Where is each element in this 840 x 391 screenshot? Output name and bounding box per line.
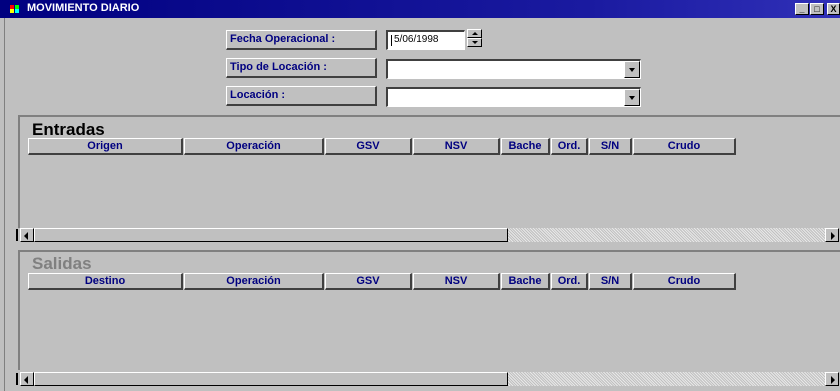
- entradas-col-operacion[interactable]: Operación: [184, 138, 324, 155]
- salidas-col-destino[interactable]: Destino: [28, 273, 183, 290]
- tipo-locacion-dropdown-button[interactable]: [624, 61, 640, 78]
- salidas-col-bache[interactable]: Bache: [501, 273, 550, 290]
- salidas-horizontal-scrollbar[interactable]: [18, 372, 840, 386]
- scroll-thumb[interactable]: [34, 372, 508, 386]
- salidas-col-sn[interactable]: S/N: [589, 273, 632, 290]
- salidas-title: Salidas: [32, 254, 92, 273]
- entradas-col-nsv[interactable]: NSV: [413, 138, 500, 155]
- text-caret: [391, 35, 392, 46]
- scroll-thumb[interactable]: [34, 228, 508, 242]
- salidas-col-nsv[interactable]: NSV: [413, 273, 500, 290]
- arrow-left-icon: [24, 376, 28, 384]
- arrow-down-icon: [472, 41, 478, 44]
- arrow-left-icon: [24, 232, 28, 240]
- window-left-border: [4, 18, 5, 391]
- scroll-track[interactable]: [508, 372, 825, 386]
- scroll-right-button[interactable]: [825, 372, 839, 386]
- entradas-col-crudo[interactable]: Crudo: [633, 138, 736, 155]
- tipo-locacion-label: Tipo de Locación :: [226, 58, 377, 78]
- arrow-right-icon: [831, 376, 835, 384]
- locacion-select[interactable]: [386, 87, 641, 107]
- minimize-button[interactable]: _: [795, 3, 809, 15]
- scroll-track[interactable]: [508, 228, 825, 242]
- date-spin-down-button[interactable]: [467, 38, 482, 47]
- minimize-icon: _: [799, 4, 805, 14]
- scroll-left-button[interactable]: [20, 372, 34, 386]
- fecha-operacional-label: Fecha Operacional :: [226, 30, 377, 50]
- salidas-col-ord[interactable]: Ord.: [551, 273, 588, 290]
- maximize-button[interactable]: □: [810, 3, 824, 15]
- fecha-operacional-value: 5/06/1998: [394, 34, 439, 45]
- locacion-label: Locación :: [226, 86, 377, 106]
- fecha-operacional-input[interactable]: 5/06/1998: [386, 30, 465, 50]
- entradas-col-gsv[interactable]: GSV: [325, 138, 412, 155]
- entradas-col-ord[interactable]: Ord.: [551, 138, 588, 155]
- salidas-col-crudo[interactable]: Crudo: [633, 273, 736, 290]
- entradas-col-bache[interactable]: Bache: [501, 138, 550, 155]
- tipo-locacion-select[interactable]: [386, 59, 641, 79]
- close-icon: X: [830, 4, 837, 14]
- app-icon: [10, 5, 24, 13]
- entradas-title: Entradas: [32, 120, 105, 139]
- scroll-left-button[interactable]: [20, 228, 34, 242]
- chevron-down-icon: [629, 96, 635, 100]
- scroll-right-button[interactable]: [825, 228, 839, 242]
- window-titlebar: MOVIMIENTO DIARIO _ □ X: [0, 0, 840, 18]
- salidas-panel: Salidas Destino Operación GSV NSV Bache …: [18, 250, 840, 370]
- locacion-dropdown-button[interactable]: [624, 89, 640, 106]
- maximize-icon: □: [814, 4, 820, 14]
- close-button[interactable]: X: [827, 3, 840, 15]
- date-spin-up-button[interactable]: [467, 29, 482, 38]
- arrow-up-icon: [472, 32, 478, 35]
- entradas-col-origen[interactable]: Origen: [28, 138, 183, 155]
- entradas-panel: Entradas Origen Operación GSV NSV Bache …: [18, 115, 840, 229]
- chevron-down-icon: [629, 68, 635, 72]
- window-title: MOVIMIENTO DIARIO: [27, 2, 140, 14]
- salidas-col-gsv[interactable]: GSV: [325, 273, 412, 290]
- arrow-right-icon: [831, 232, 835, 240]
- salidas-col-operacion[interactable]: Operación: [184, 273, 324, 290]
- entradas-horizontal-scrollbar[interactable]: [18, 228, 840, 242]
- entradas-col-sn[interactable]: S/N: [589, 138, 632, 155]
